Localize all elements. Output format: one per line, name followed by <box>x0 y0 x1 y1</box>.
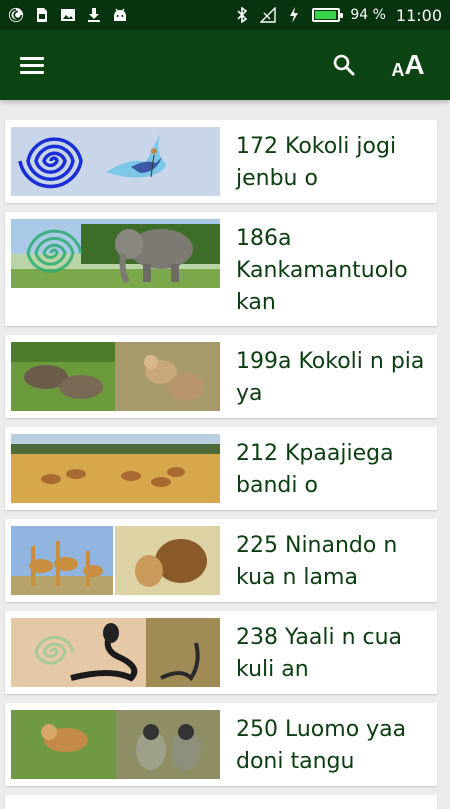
story-title: 186a Kankamantuolo kan <box>236 226 408 315</box>
story-list: 172 Kokoli jogi jenbu o 186a Kankamantuo… <box>5 120 437 809</box>
story-item[interactable]: 186a Kankamantuolo kan <box>5 212 437 326</box>
story-title: 212 Kpaajiega bandi o <box>236 441 394 498</box>
battery-percent: 94 % <box>350 7 386 23</box>
story-thumbnail <box>11 219 220 288</box>
font-size-button[interactable]: A A <box>386 45 430 85</box>
story-title: 225 Ninando n kua n lama <box>236 533 398 590</box>
signal-icon <box>260 7 277 23</box>
story-item[interactable]: 238 Yaali n cua kuli an <box>5 611 437 694</box>
font-size-big-label: A <box>404 49 425 80</box>
clock: 11:00 <box>395 5 442 25</box>
app-bar: A A <box>0 30 450 100</box>
download-icon <box>86 7 102 23</box>
charging-icon <box>286 7 302 23</box>
story-item[interactable]: 199a Kokoli n pia ya <box>5 335 437 418</box>
battery-icon <box>312 8 344 22</box>
story-title: 172 Kokoli jogi jenbu o <box>236 134 397 191</box>
story-thumbnail <box>11 127 220 196</box>
story-item[interactable]: 225 Ninando n kua n lama <box>5 519 437 602</box>
story-thumbnail <box>11 526 220 595</box>
bluetooth-icon <box>234 7 250 23</box>
story-thumbnail <box>11 342 220 411</box>
story-thumbnail <box>11 434 220 503</box>
search-button[interactable] <box>324 45 364 85</box>
app-logo-icon <box>8 7 24 23</box>
search-icon <box>333 54 355 76</box>
story-title: 199a Kokoli n pia ya <box>236 349 425 406</box>
sim-card-icon <box>34 7 50 23</box>
story-item[interactable]: 172 Kokoli jogi jenbu o <box>5 120 437 203</box>
story-item[interactable]: 250 Luomo yaa doni tangu <box>5 703 437 786</box>
android-icon <box>112 7 128 23</box>
story-title: 250 Luomo yaa doni tangu <box>236 717 407 774</box>
story-thumbnail <box>11 710 220 779</box>
story-title: 238 Yaali n cua kuli an <box>236 625 403 682</box>
story-item-partial[interactable] <box>5 795 437 809</box>
story-item[interactable]: 212 Kpaajiega bandi o <box>5 427 437 510</box>
menu-icon[interactable] <box>20 49 52 81</box>
font-size-small-label: A <box>391 60 405 80</box>
story-thumbnail <box>11 618 220 687</box>
status-bar: 94 % 11:00 <box>0 0 450 30</box>
image-icon <box>60 7 76 23</box>
